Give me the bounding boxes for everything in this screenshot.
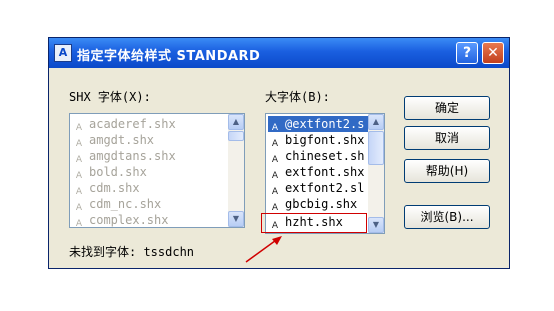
annotation-arrow-icon — [245, 236, 282, 263]
